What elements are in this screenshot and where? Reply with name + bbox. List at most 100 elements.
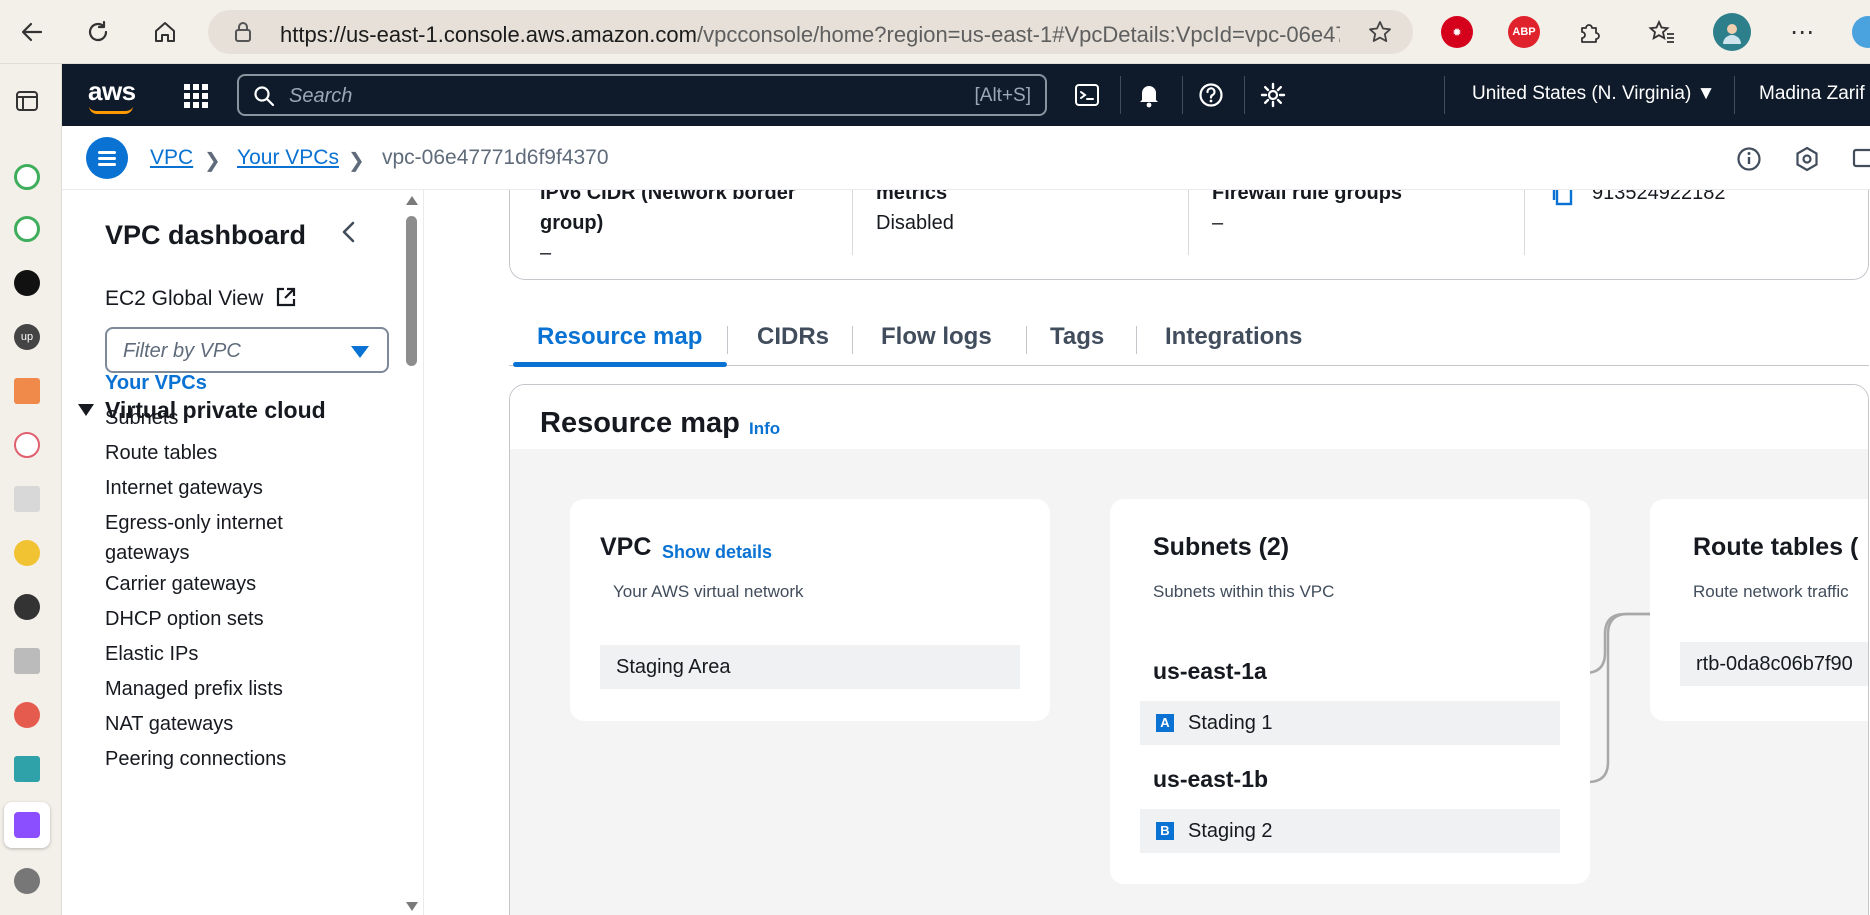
search-icon bbox=[253, 85, 275, 112]
column-divider bbox=[852, 190, 853, 255]
details-ipv6-cidr: IPv6 CIDR (Network border group) – bbox=[540, 190, 810, 278]
home-icon[interactable] bbox=[147, 14, 183, 50]
route-table-item[interactable]: rtb-0da8c06b7f90 bbox=[1680, 642, 1868, 686]
external-link-icon bbox=[275, 286, 297, 314]
github-icon[interactable] bbox=[14, 594, 40, 620]
tab-favicon-orange-icon[interactable] bbox=[14, 378, 40, 404]
vpc-side-nav: VPC dashboard EC2 Global View Filter by … bbox=[62, 190, 424, 915]
account-menu[interactable]: Madina Zarif bbox=[1759, 83, 1865, 105]
side-nav-item-internet-gateways[interactable]: Internet gateways bbox=[105, 473, 325, 503]
resource-map-title: Resource map bbox=[540, 407, 740, 439]
subnet-item[interactable]: B Staging 2 bbox=[1140, 809, 1560, 853]
scroll-up-icon[interactable] bbox=[406, 196, 418, 205]
tab-favicon-green-icon[interactable] bbox=[14, 164, 40, 190]
search-input[interactable]: Search [Alt+S] bbox=[237, 74, 1047, 116]
collapse-chevron-icon[interactable] bbox=[340, 220, 356, 251]
more-options-icon[interactable]: ⋯ bbox=[1784, 14, 1820, 50]
tab-divider bbox=[1136, 326, 1137, 354]
extension-gear-icon[interactable]: ✹ bbox=[1441, 16, 1473, 48]
side-nav-item-your-vpcs[interactable]: Your VPCs bbox=[105, 368, 325, 398]
subnet-item[interactable]: A Stading 1 bbox=[1140, 701, 1560, 745]
cloud-icon[interactable] bbox=[14, 432, 40, 458]
availability-zone-label: us-east-1a bbox=[1153, 658, 1267, 684]
show-details-link[interactable]: Show details bbox=[662, 542, 772, 563]
active-tab-vpc[interactable] bbox=[4, 802, 50, 848]
tab-integrations[interactable]: Integrations bbox=[1165, 310, 1302, 366]
detail-value: – bbox=[540, 242, 552, 264]
play-icon[interactable] bbox=[14, 702, 40, 728]
vpc-service-icon bbox=[14, 812, 40, 838]
tab-cidrs[interactable]: CIDRs bbox=[757, 310, 829, 366]
subnets-box-subtitle: Subnets within this VPC bbox=[1153, 582, 1335, 601]
notifications-bell-icon[interactable] bbox=[1132, 78, 1166, 112]
subnets-box: Subnets (2) Subnets within this VPC us-e… bbox=[1110, 499, 1590, 884]
tab-flow-logs[interactable]: Flow logs bbox=[881, 310, 992, 366]
favorites-icon[interactable] bbox=[1644, 14, 1680, 50]
tab-favicon-gray-icon[interactable] bbox=[14, 648, 40, 674]
services-grid-icon[interactable] bbox=[182, 82, 210, 115]
help-icon[interactable] bbox=[1194, 78, 1228, 112]
reload-icon[interactable] bbox=[80, 14, 116, 50]
extensions-puzzle-icon[interactable] bbox=[1572, 14, 1608, 50]
region-selector[interactable]: United States (N. Virginia) ▼ bbox=[1472, 83, 1715, 105]
resource-map-header: Resource map Info bbox=[510, 385, 1868, 449]
info-circle-icon[interactable] bbox=[1736, 146, 1762, 177]
breadcrumb-vpc[interactable]: VPC bbox=[150, 146, 193, 170]
subnets-box-title: Subnets (2) bbox=[1153, 533, 1290, 561]
route-tables-box-title: Route tables ( bbox=[1693, 533, 1859, 561]
profile-avatar[interactable] bbox=[1713, 13, 1751, 51]
scroll-down-icon[interactable] bbox=[406, 902, 418, 911]
feedback-icon[interactable] bbox=[1852, 146, 1870, 177]
apple-icon[interactable] bbox=[14, 868, 40, 894]
chatgpt-icon[interactable] bbox=[14, 270, 40, 296]
az-a-badge-icon: A bbox=[1156, 714, 1174, 732]
side-nav-title[interactable]: VPC dashboard bbox=[105, 220, 306, 251]
vpc-box: VPC Show details Your AWS virtual networ… bbox=[570, 499, 1050, 721]
tab-tags[interactable]: Tags bbox=[1050, 310, 1104, 366]
side-nav-item-subnets[interactable]: Subnets bbox=[105, 403, 325, 433]
tab-resource-map[interactable]: Resource map bbox=[537, 310, 702, 366]
side-nav-item-route-tables[interactable]: Route tables bbox=[105, 438, 325, 468]
address-bar[interactable]: https://us-east-1.console.aws.amazon.com… bbox=[208, 10, 1413, 54]
ec2-global-view-link[interactable]: EC2 Global View bbox=[105, 286, 297, 314]
ec2-global-view-label: EC2 Global View bbox=[105, 287, 264, 310]
route-tables-box-subtitle: Route network traffic bbox=[1693, 582, 1849, 601]
side-nav-item-managed-prefix-lists[interactable]: Managed prefix lists bbox=[105, 674, 325, 704]
hexagon-settings-icon[interactable] bbox=[1794, 146, 1820, 177]
filter-by-vpc-select[interactable]: Filter by VPC bbox=[105, 327, 389, 373]
edx-icon[interactable] bbox=[14, 486, 40, 512]
side-nav-item-egress-only-internet-gateways[interactable]: Egress-only internet gateways bbox=[105, 508, 325, 568]
v-app-icon[interactable] bbox=[14, 756, 40, 782]
bulb-icon[interactable] bbox=[14, 540, 40, 566]
side-nav-item-dhcp-option-sets[interactable]: DHCP option sets bbox=[105, 604, 325, 634]
vpc-box-subtitle: Your AWS virtual network bbox=[613, 582, 804, 601]
breadcrumb-your-vpcs[interactable]: Your VPCs bbox=[237, 146, 339, 170]
scrollbar-thumb[interactable] bbox=[406, 216, 417, 366]
favorite-star-icon[interactable] bbox=[1367, 19, 1393, 50]
side-nav-item-peering-connections[interactable]: Peering connections bbox=[105, 744, 325, 774]
back-icon[interactable] bbox=[14, 14, 50, 50]
side-nav-item-carrier-gateways[interactable]: Carrier gateways bbox=[105, 569, 325, 599]
column-divider bbox=[1188, 190, 1189, 255]
subnet-name: Staging 2 bbox=[1188, 820, 1273, 842]
route-tables-box: Route tables ( Route network traffic rtb… bbox=[1650, 499, 1868, 721]
site-info-icon[interactable] bbox=[232, 21, 254, 48]
tab-actions-icon[interactable] bbox=[14, 88, 40, 119]
upwork-icon[interactable]: up bbox=[14, 324, 40, 350]
adblock-extension-icon[interactable]: ABP bbox=[1508, 16, 1540, 48]
copy-icon[interactable] bbox=[1552, 190, 1574, 211]
side-nav-toggle-button[interactable] bbox=[86, 137, 128, 179]
info-link[interactable]: Info bbox=[749, 419, 780, 439]
side-nav-item-elastic-ips[interactable]: Elastic IPs bbox=[105, 639, 325, 669]
url-text: https://us-east-1.console.aws.amazon.com… bbox=[280, 22, 1340, 47]
breadcrumb-bar: VPC ❯ Your VPCs ❯ vpc-06e47771d6f9f4370 bbox=[62, 126, 1870, 190]
side-nav-item-nat-gateways[interactable]: NAT gateways bbox=[105, 709, 325, 739]
copilot-icon[interactable] bbox=[1852, 16, 1870, 48]
expand-triangle-icon[interactable] bbox=[78, 404, 94, 416]
aws-logo[interactable]: aws bbox=[88, 76, 136, 107]
tab-favicon-green-icon[interactable] bbox=[14, 216, 40, 242]
chevron-right-icon: ❯ bbox=[204, 150, 221, 172]
vpc-name-item[interactable]: Staging Area bbox=[600, 645, 1020, 689]
cloudshell-icon[interactable] bbox=[1070, 78, 1104, 112]
settings-gear-icon[interactable] bbox=[1256, 78, 1290, 112]
